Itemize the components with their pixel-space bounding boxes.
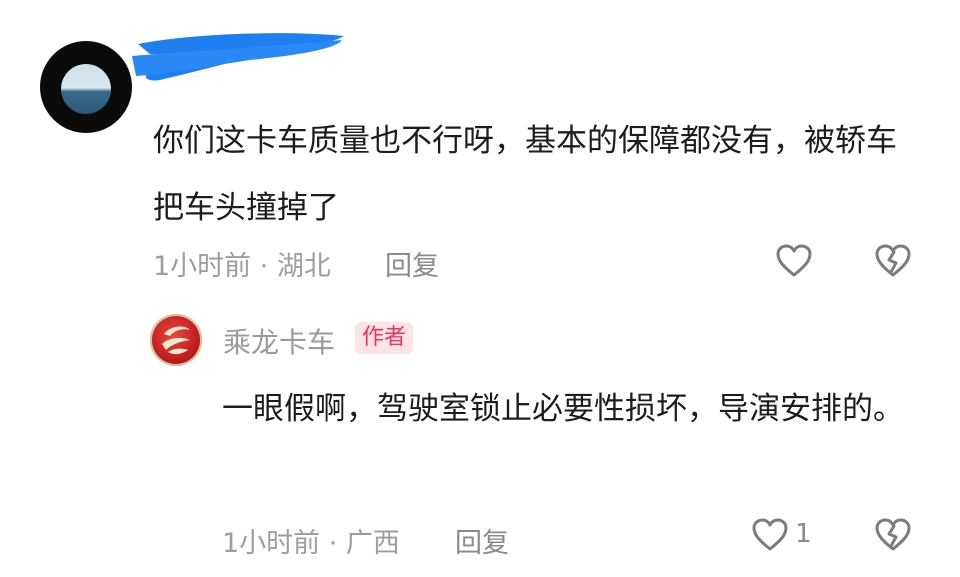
brand-logo-icon — [162, 326, 190, 355]
comment-text: 你们这卡车质量也不行呀，基本的保障都没有，被轿车把车头撞掉了 — [153, 123, 897, 226]
reply-dislike-button[interactable] — [873, 515, 913, 555]
heart-outline-icon — [752, 518, 788, 551]
reply-time-location: 1小时前 · 广西 — [222, 528, 400, 559]
comment-thread: 你们这卡车质量也不行呀，基本的保障都没有，被轿车把车头撞掉了 1小时前 · 湖北… — [0, 0, 960, 577]
reply-like-count: 1 — [795, 519, 812, 549]
comment-like-button[interactable] — [774, 241, 814, 281]
reply-reply-button[interactable]: 回复 — [455, 521, 509, 560]
author-name[interactable]: 乘龙卡车 — [223, 321, 335, 361]
comment-time-location: 1小时前 · 湖北 — [153, 251, 331, 282]
reply-like-button[interactable] — [750, 515, 790, 555]
reply-text: 一眼假啊，驾驶室锁止必要性损坏，导演安排的。 — [222, 391, 904, 427]
comment-reply-button[interactable]: 回复 — [385, 244, 439, 283]
broken-heart-icon — [875, 244, 911, 277]
broken-heart-icon — [875, 518, 911, 551]
redacted-username — [132, 33, 344, 81]
author-avatar[interactable] — [150, 314, 202, 366]
comment-dislike-button[interactable] — [873, 241, 913, 281]
avatar-sea-photo — [61, 64, 111, 114]
author-badge: 作者 — [355, 322, 414, 354]
commenter-avatar[interactable] — [40, 41, 132, 133]
heart-outline-icon — [776, 244, 812, 277]
